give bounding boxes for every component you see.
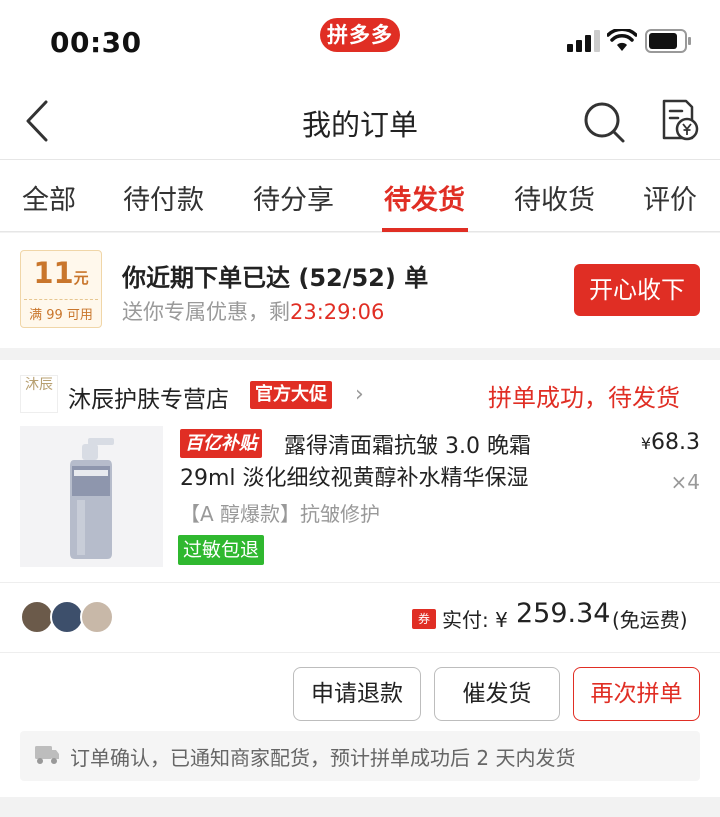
- avatar: [20, 600, 54, 634]
- official-promo-badge: 官方大促: [250, 381, 332, 409]
- battery-icon: [645, 29, 691, 53]
- avatar: [80, 600, 114, 634]
- coupon-icon: 券: [412, 609, 436, 629]
- urge-shipment-button[interactable]: 催发货: [434, 667, 560, 721]
- avatar: [50, 600, 84, 634]
- collect-coupon-button[interactable]: 开心收下: [574, 264, 700, 316]
- tab-pending-payment[interactable]: 待付款: [123, 178, 204, 217]
- signal-icon: [567, 30, 600, 52]
- shipping-notice-text: 订单确认，已通知商家配货，预计拼单成功后 2 天内发货: [70, 746, 576, 770]
- divider: [0, 582, 720, 583]
- coupon-value: 11元: [33, 256, 89, 290]
- product-quantity: ×4: [670, 470, 700, 494]
- tab-pending-receipt[interactable]: 待收货: [514, 178, 595, 217]
- shop-name[interactable]: 沐辰护肤专营店: [68, 380, 229, 414]
- promo-subtext: 送你专属优惠，剩23:29:06: [122, 300, 385, 324]
- tab-pending-share[interactable]: 待分享: [253, 178, 334, 217]
- product-title-line2[interactable]: 29ml 淡化细纹视黄醇补水精华保湿: [180, 460, 529, 492]
- promo-countdown: 23:29:06: [290, 300, 385, 324]
- promo-headline: 你近期下单已达 (52/52) 单: [122, 264, 429, 292]
- truck-icon: [35, 746, 59, 764]
- coupon-condition: 满 99 可用: [29, 308, 93, 323]
- product-spec: 【A 醇爆款】抗皱修护: [180, 502, 381, 526]
- subsidy-tag: 百亿补贴: [180, 429, 262, 458]
- paid-amount: 259.34: [516, 598, 611, 629]
- wifi-icon: [607, 29, 637, 51]
- tab-review[interactable]: 评价: [643, 178, 697, 217]
- refund-button[interactable]: 申请退款: [293, 667, 421, 721]
- shipping-note: (免运费): [612, 608, 688, 632]
- paid-label: 实付: ¥: [442, 608, 508, 632]
- order-list-page: { "status_bar": { "time": "00:30", "bran…: [0, 0, 720, 817]
- allergy-refund-badge: 过敏包退: [178, 535, 265, 565]
- product-bottle-icon: [20, 426, 163, 567]
- status-time: 00:30: [50, 26, 142, 59]
- coupon-divider: [24, 299, 98, 300]
- order-status: 拼单成功，待发货: [488, 384, 680, 412]
- search-icon[interactable]: [582, 100, 626, 144]
- reorder-button[interactable]: 再次拼单: [573, 667, 700, 721]
- product-title-line1[interactable]: 露得清面霜抗皱 3.0 晚霜: [284, 428, 531, 460]
- product-image[interactable]: [20, 426, 163, 567]
- shop-logo[interactable]: 沐辰: [20, 375, 58, 413]
- active-tab-indicator: [382, 228, 468, 232]
- order-tabs: [0, 160, 720, 232]
- divider: [0, 652, 720, 653]
- product-price: ¥68.3: [640, 430, 700, 455]
- chevron-right-icon[interactable]: ›: [355, 382, 364, 407]
- group-member-avatars[interactable]: [20, 600, 120, 636]
- brand-logo: 拼多多: [320, 18, 400, 52]
- tab-all[interactable]: 全部: [22, 178, 76, 217]
- bill-icon[interactable]: [660, 98, 700, 142]
- tab-pending-shipment[interactable]: 待发货: [384, 178, 465, 217]
